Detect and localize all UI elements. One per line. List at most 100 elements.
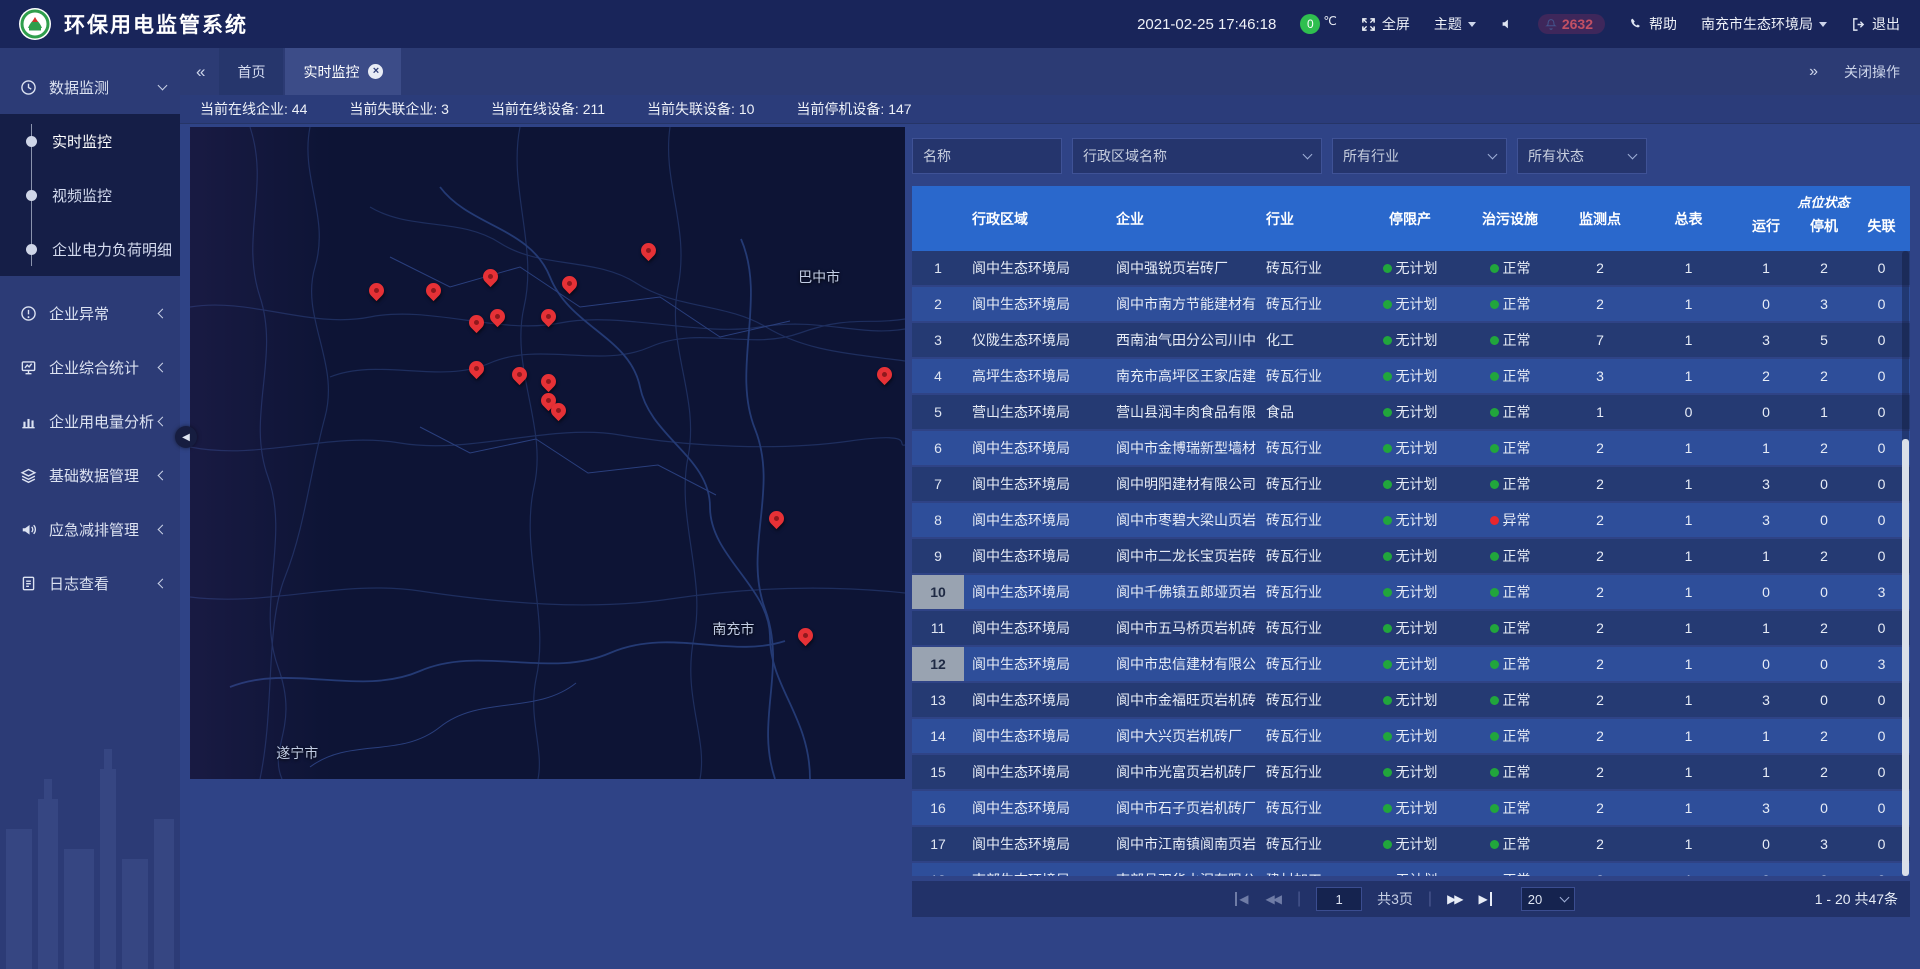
last-page-button[interactable]: ▶ [1479,892,1492,906]
name-search-input[interactable] [912,138,1062,174]
table-row[interactable]: 6阆中生态环境局阆中市金博瑞新型墙材砖瓦行业无计划正常21120 [912,431,1910,465]
row-index: 9 [912,539,964,573]
help-button[interactable]: 帮助 [1629,14,1677,34]
cell-facility-status: 异常 [1460,503,1560,537]
cell-halt-count: 0 [1795,575,1853,609]
cell-stop-status: 无计划 [1360,791,1460,825]
sidebar-subitem[interactable]: 视频监控 [0,168,180,222]
page-size-select[interactable]: 20 [1521,887,1575,911]
sidebar-item-2[interactable]: 企业异常 [0,286,180,340]
cell-company: 阆中市金博瑞新型墙材 [1108,431,1258,465]
table-row[interactable]: 17阆中生态环境局阆中市江南镇阆南页岩砖瓦行业无计划正常21030 [912,827,1910,861]
speaker-icon[interactable] [1500,17,1514,31]
row-index: 10 [912,575,964,609]
notification-count: 2632 [1562,16,1593,32]
double-chevron-left-icon[interactable]: « [180,62,219,82]
city-label: 巴中市 [798,267,840,287]
city-label: 南充市 [712,619,754,639]
fullscreen-label: 全屏 [1382,14,1410,34]
row-index: 5 [912,395,964,429]
sidebar-subitem[interactable]: 实时监控 [0,114,180,168]
table-row[interactable]: 7阆中生态环境局阆中明阳建材有限公司砖瓦行业无计划正常21300 [912,467,1910,501]
table-row[interactable]: 8阆中生态环境局阆中市枣碧大梁山页岩砖瓦行业无计划异常21300 [912,503,1910,537]
map-panel[interactable]: 巴中市南充市遂宁市 [190,127,905,779]
first-page-button[interactable]: ◀ [1235,892,1250,906]
table-row[interactable]: 5营山生态环境局营山县润丰肉食品有限食品无计划正常10010 [912,395,1910,429]
table-scrollbar[interactable] [1902,251,1909,876]
chevron-left-icon [158,524,168,534]
sidebar-item-3[interactable]: 企业综合统计 [0,340,180,394]
status-dot-icon [1490,408,1499,417]
table-row[interactable]: 2阆中生态环境局阆中市南方节能建材有砖瓦行业无计划正常21030 [912,287,1910,321]
phone-icon [1629,17,1643,31]
cell-halt-count: 2 [1795,359,1853,393]
pagination-bar: ◀ ◀◀ | 共3页 | ▶▶ ▶ 20 1 - 20 共47条 [912,881,1910,917]
table-row[interactable]: 18南部生态环境局南部县双华水泥有限公建材加工无计划正常21000 [912,863,1910,876]
cell-meter-count: 1 [1640,323,1737,357]
status-dot-icon [1383,444,1392,453]
sidebar-item-4[interactable]: 企业用电量分析 [0,394,180,448]
cell-halt-count: 0 [1795,467,1853,501]
cell-company: 阆中市五马桥页岩机砖 [1108,611,1258,645]
next-page-button[interactable]: ▶▶ [1447,892,1463,906]
table-row[interactable]: 15阆中生态环境局阆中市光富页岩机砖厂砖瓦行业无计划正常21120 [912,755,1910,789]
status-dot-icon [1383,804,1392,813]
table-row[interactable]: 13阆中生态环境局阆中市金福旺页岩机砖砖瓦行业无计划正常21300 [912,683,1910,717]
close-operations-button[interactable]: 关闭操作 [1844,62,1900,82]
tab-实时监控[interactable]: 实时监控× [285,48,401,95]
table-row[interactable]: 14阆中生态环境局阆中大兴页岩机砖厂砖瓦行业无计划正常21120 [912,719,1910,753]
status-dot-icon [1383,300,1392,309]
cell-meter-count: 1 [1640,611,1737,645]
table-row[interactable]: 4高坪生态环境局南充市高坪区王家店建砖瓦行业无计划正常31220 [912,359,1910,393]
stat-item: 当前失联企业: 3 [349,99,449,119]
region-select-value: 行政区域名称 [1083,146,1167,166]
chevron-down-icon [1559,892,1569,902]
cell-facility-status: 正常 [1460,467,1560,501]
panel-collapse-button[interactable]: ◀ [175,426,197,448]
cell-halt-count: 1 [1795,395,1853,429]
region-select[interactable]: 行政区域名称 [1072,138,1322,174]
logout-button[interactable]: 退出 [1851,14,1900,34]
cell-facility-status: 正常 [1460,683,1560,717]
close-icon[interactable]: × [368,64,383,79]
fullscreen-button[interactable]: 全屏 [1361,14,1410,34]
chevron-left-icon [158,578,168,588]
cell-facility-status: 正常 [1460,827,1560,861]
org-dropdown[interactable]: 南充市生态环境局 [1701,14,1827,34]
table-row[interactable]: 3仪陇生态环境局西南油气田分公司川中化工无计划正常71350 [912,323,1910,357]
cell-monitor-count: 2 [1560,863,1640,876]
cell-facility-status: 正常 [1460,719,1560,753]
table-row[interactable]: 1阆中生态环境局阆中强锐页岩砖厂砖瓦行业无计划正常21120 [912,251,1910,285]
sidebar-item-5[interactable]: 基础数据管理 [0,448,180,502]
cell-facility-status: 正常 [1460,431,1560,465]
table-row[interactable]: 11阆中生态环境局阆中市五马桥页岩机砖砖瓦行业无计划正常21120 [912,611,1910,645]
clock-icon [20,79,37,96]
sidebar-item-1[interactable]: 数据监测 [0,60,180,114]
submenu-dot-icon [26,190,37,201]
table-row[interactable]: 9阆中生态环境局阆中市二龙长宝页岩砖砖瓦行业无计划正常21120 [912,539,1910,573]
map-region-tint [190,127,905,779]
industry-select[interactable]: 所有行业 [1332,138,1507,174]
table-row[interactable]: 10阆中生态环境局阆中千佛镇五郎垭页岩砖瓦行业无计划正常21003 [912,575,1910,609]
tab-首页[interactable]: 首页 [219,48,283,95]
cell-company: 阆中市南方节能建材有 [1108,287,1258,321]
cell-region: 阆中生态环境局 [964,431,1108,465]
table-row[interactable]: 12阆中生态环境局阆中市忠信建材有限公砖瓦行业无计划正常21003 [912,647,1910,681]
status-select[interactable]: 所有状态 [1517,138,1647,174]
cell-industry: 食品 [1258,395,1360,429]
cell-facility-status: 正常 [1460,791,1560,825]
scrollbar-thumb[interactable] [1902,439,1909,877]
sidebar-subitem[interactable]: 企业电力负荷明细 [0,222,180,276]
industry-select-value: 所有行业 [1343,146,1399,166]
table-row[interactable]: 16阆中生态环境局阆中市石子页岩机砖厂砖瓦行业无计划正常21300 [912,791,1910,825]
alert-circle-icon [20,305,37,322]
status-dot-icon [1383,732,1392,741]
cell-industry: 砖瓦行业 [1258,467,1360,501]
page-number-input[interactable] [1316,887,1362,911]
sidebar-item-7[interactable]: 日志查看 [0,556,180,610]
theme-dropdown[interactable]: 主题 [1434,14,1476,34]
double-chevron-right-icon[interactable]: » [1809,63,1818,81]
notification-badge[interactable]: 2632 [1538,14,1605,34]
sidebar-item-6[interactable]: 应急减排管理 [0,502,180,556]
prev-page-button[interactable]: ◀◀ [1265,892,1281,906]
